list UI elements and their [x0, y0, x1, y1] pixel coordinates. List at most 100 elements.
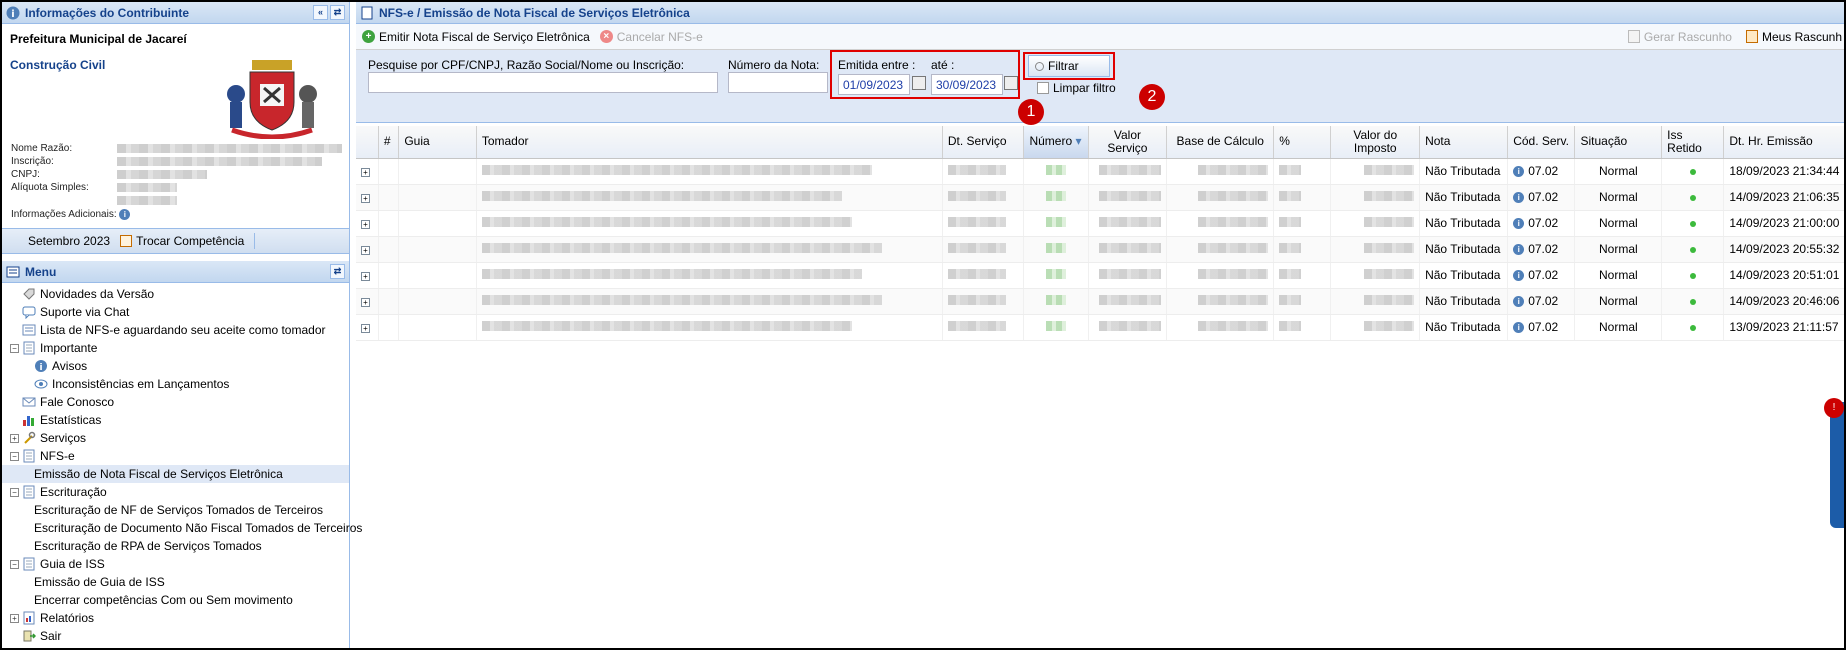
- table-row[interactable]: + Não Tributada i 07.02 Normal 14/09/2023 20:…: [356, 262, 1844, 289]
- expand-row-icon[interactable]: +: [361, 298, 370, 307]
- menu-item[interactable]: + Serviços: [2, 429, 349, 447]
- row-expander-cell[interactable]: +: [356, 236, 379, 263]
- col-nota[interactable]: Nota: [1419, 126, 1509, 159]
- table-row[interactable]: + Não Tributada i 07.02 Normal 14/09/2023 20:…: [356, 288, 1844, 315]
- expand-icon[interactable]: +: [10, 433, 19, 443]
- col-tomador[interactable]: Tomador: [476, 126, 943, 159]
- col-calc-base[interactable]: Base de Cálculo: [1166, 126, 1275, 159]
- menu-item[interactable]: − NFS-e: [2, 447, 349, 465]
- competence-month: Setembro 2023: [28, 234, 111, 248]
- menu-item[interactable]: − Escrituração: [2, 483, 349, 501]
- row-expander-cell[interactable]: +: [356, 184, 379, 211]
- col-status[interactable]: Situação: [1574, 126, 1663, 159]
- info-icon[interactable]: i: [1513, 296, 1525, 308]
- menu-item[interactable]: Escrituração de RPA de Serviços Tomados: [2, 537, 349, 555]
- col-tax-value[interactable]: Valor do Imposto: [1330, 126, 1421, 159]
- to-date-input[interactable]: [931, 74, 1003, 95]
- cell-guia: [398, 314, 477, 341]
- row-expander-cell[interactable]: +: [356, 314, 379, 341]
- cancel-nfse-button[interactable]: × Cancelar NFS-e: [599, 30, 703, 44]
- expand-row-icon[interactable]: +: [361, 168, 370, 177]
- info-icon[interactable]: i: [1513, 322, 1525, 334]
- side-feedback-tab[interactable]: [1830, 402, 1844, 528]
- menu-item[interactable]: Suporte via Chat: [2, 303, 349, 321]
- col-emission-datetime[interactable]: Dt. Hr. Emissão: [1723, 126, 1844, 159]
- number-input[interactable]: [728, 72, 828, 93]
- table-row[interactable]: + Não Tributada i 07.02 Normal 13/09/2023 21:…: [356, 314, 1844, 341]
- table-row[interactable]: + Não Tributada i 07.02 Normal 14/09/2023 20:…: [356, 236, 1844, 263]
- menu-item[interactable]: Lista de NFS-e aguardando seu aceite com…: [2, 321, 349, 339]
- col-iss-retained[interactable]: Iss Retido: [1661, 126, 1725, 159]
- menu-item[interactable]: Estatísticas: [2, 411, 349, 429]
- col-service-code[interactable]: Cód. Serv.: [1507, 126, 1576, 159]
- menu-item[interactable]: − Guia de ISS: [2, 555, 349, 573]
- from-date-input[interactable]: [838, 74, 910, 95]
- emit-nfse-button[interactable]: + Emitir Nota Fiscal de Serviço Eletrôni…: [362, 30, 590, 44]
- expand-row-icon[interactable]: +: [361, 272, 370, 281]
- cell-service-value-redacted: [1088, 236, 1168, 263]
- refresh-icon[interactable]: ⇄: [330, 5, 345, 20]
- collapse-icon[interactable]: −: [10, 451, 19, 461]
- menu-item-label: Escrituração de Documento Não Fiscal Tom…: [34, 521, 363, 535]
- info-icon[interactable]: i: [1513, 218, 1525, 230]
- to-date-label: até :: [931, 58, 955, 72]
- cell-emission-datetime: 14/09/2023 21:06:35: [1723, 184, 1844, 211]
- col-guia[interactable]: Guia: [398, 126, 477, 159]
- cell-tax-value-redacted: [1330, 236, 1421, 263]
- menu-item[interactable]: Escrituração de NF de Serviços Tomados d…: [2, 501, 349, 519]
- search-input[interactable]: [368, 72, 718, 93]
- calendar-picker-icon[interactable]: [912, 76, 926, 90]
- row-expander-cell[interactable]: +: [356, 158, 379, 185]
- col-number[interactable]: Número ▾: [1023, 126, 1089, 159]
- info-icon[interactable]: i: [1513, 166, 1525, 178]
- menu-item[interactable]: Inconsistências em Lançamentos: [2, 375, 349, 393]
- menu-item[interactable]: Escrituração de Documento Não Fiscal Tom…: [2, 519, 362, 537]
- menu-item[interactable]: Novidades da Versão: [2, 285, 349, 303]
- my-drafts-button[interactable]: Meus Rascunh: [1745, 30, 1842, 44]
- calendar-picker-icon[interactable]: [1004, 76, 1018, 90]
- info-icon[interactable]: i: [1513, 244, 1525, 256]
- expand-row-icon[interactable]: +: [361, 220, 370, 229]
- menu-item[interactable]: Fale Conosco: [2, 393, 349, 411]
- expand-icon[interactable]: +: [10, 613, 19, 623]
- info-icon[interactable]: i: [1513, 192, 1525, 204]
- col-service-date[interactable]: Dt. Serviço: [942, 126, 1025, 159]
- collapse-icon[interactable]: −: [10, 487, 19, 497]
- collapse-icon[interactable]: −: [10, 559, 19, 569]
- document-icon: [22, 557, 36, 571]
- col-service-value[interactable]: Valor Serviço: [1088, 126, 1168, 159]
- expand-row-icon[interactable]: +: [361, 324, 370, 333]
- menu-item[interactable]: i Avisos: [2, 357, 349, 375]
- row-expander-cell[interactable]: +: [356, 288, 379, 315]
- expand-row-icon[interactable]: +: [361, 194, 370, 203]
- menu-item[interactable]: Emissão de Guia de ISS: [2, 573, 349, 591]
- row-expander-cell[interactable]: +: [356, 210, 379, 237]
- refresh-icon[interactable]: ⇄: [330, 264, 345, 279]
- cell-service-value-redacted: [1088, 262, 1168, 289]
- menu-item[interactable]: Sair: [2, 627, 349, 645]
- menu-item[interactable]: Emissão de Nota Fiscal de Serviços Eletr…: [2, 465, 349, 483]
- menu-item-label: Serviços: [40, 431, 87, 445]
- collapse-icon[interactable]: −: [10, 343, 19, 353]
- col-index[interactable]: #: [378, 126, 400, 159]
- menu-item[interactable]: + Relatórios: [2, 609, 349, 627]
- cell-emission-datetime: 14/09/2023 20:55:32: [1723, 236, 1844, 263]
- table-row[interactable]: + Não Tributada i 07.02 Normal 14/09/2023 21:…: [356, 184, 1844, 211]
- table-row[interactable]: + Não Tributada i 07.02 Normal 14/09/2023 21:…: [356, 210, 1844, 237]
- expand-row-icon[interactable]: +: [361, 246, 370, 255]
- menu-item[interactable]: − Importante: [2, 339, 349, 357]
- notification-badge[interactable]: !: [1824, 398, 1844, 418]
- generate-draft-button[interactable]: Gerar Rascunho: [1627, 30, 1732, 44]
- info-icon[interactable]: i: [1513, 270, 1525, 282]
- table-row[interactable]: + Não Tributada i 07.02 Normal 18/09/2023 21:…: [356, 158, 1844, 185]
- clear-filter-checkbox[interactable]: [1037, 82, 1049, 94]
- menu-item[interactable]: Encerrar competências Com ou Sem movimen…: [2, 591, 349, 609]
- row-expander-cell[interactable]: +: [356, 262, 379, 289]
- col-percent[interactable]: %: [1273, 126, 1332, 159]
- change-competence-button[interactable]: Trocar Competência: [136, 234, 244, 248]
- main-toolbar: + Emitir Nota Fiscal de Serviço Eletrôni…: [356, 24, 1844, 50]
- clear-filter-label[interactable]: Limpar filtro: [1053, 81, 1116, 95]
- collapse-left-icon[interactable]: «: [313, 5, 328, 20]
- info-icon[interactable]: i: [119, 208, 131, 220]
- filter-button[interactable]: Filtrar: [1028, 55, 1110, 77]
